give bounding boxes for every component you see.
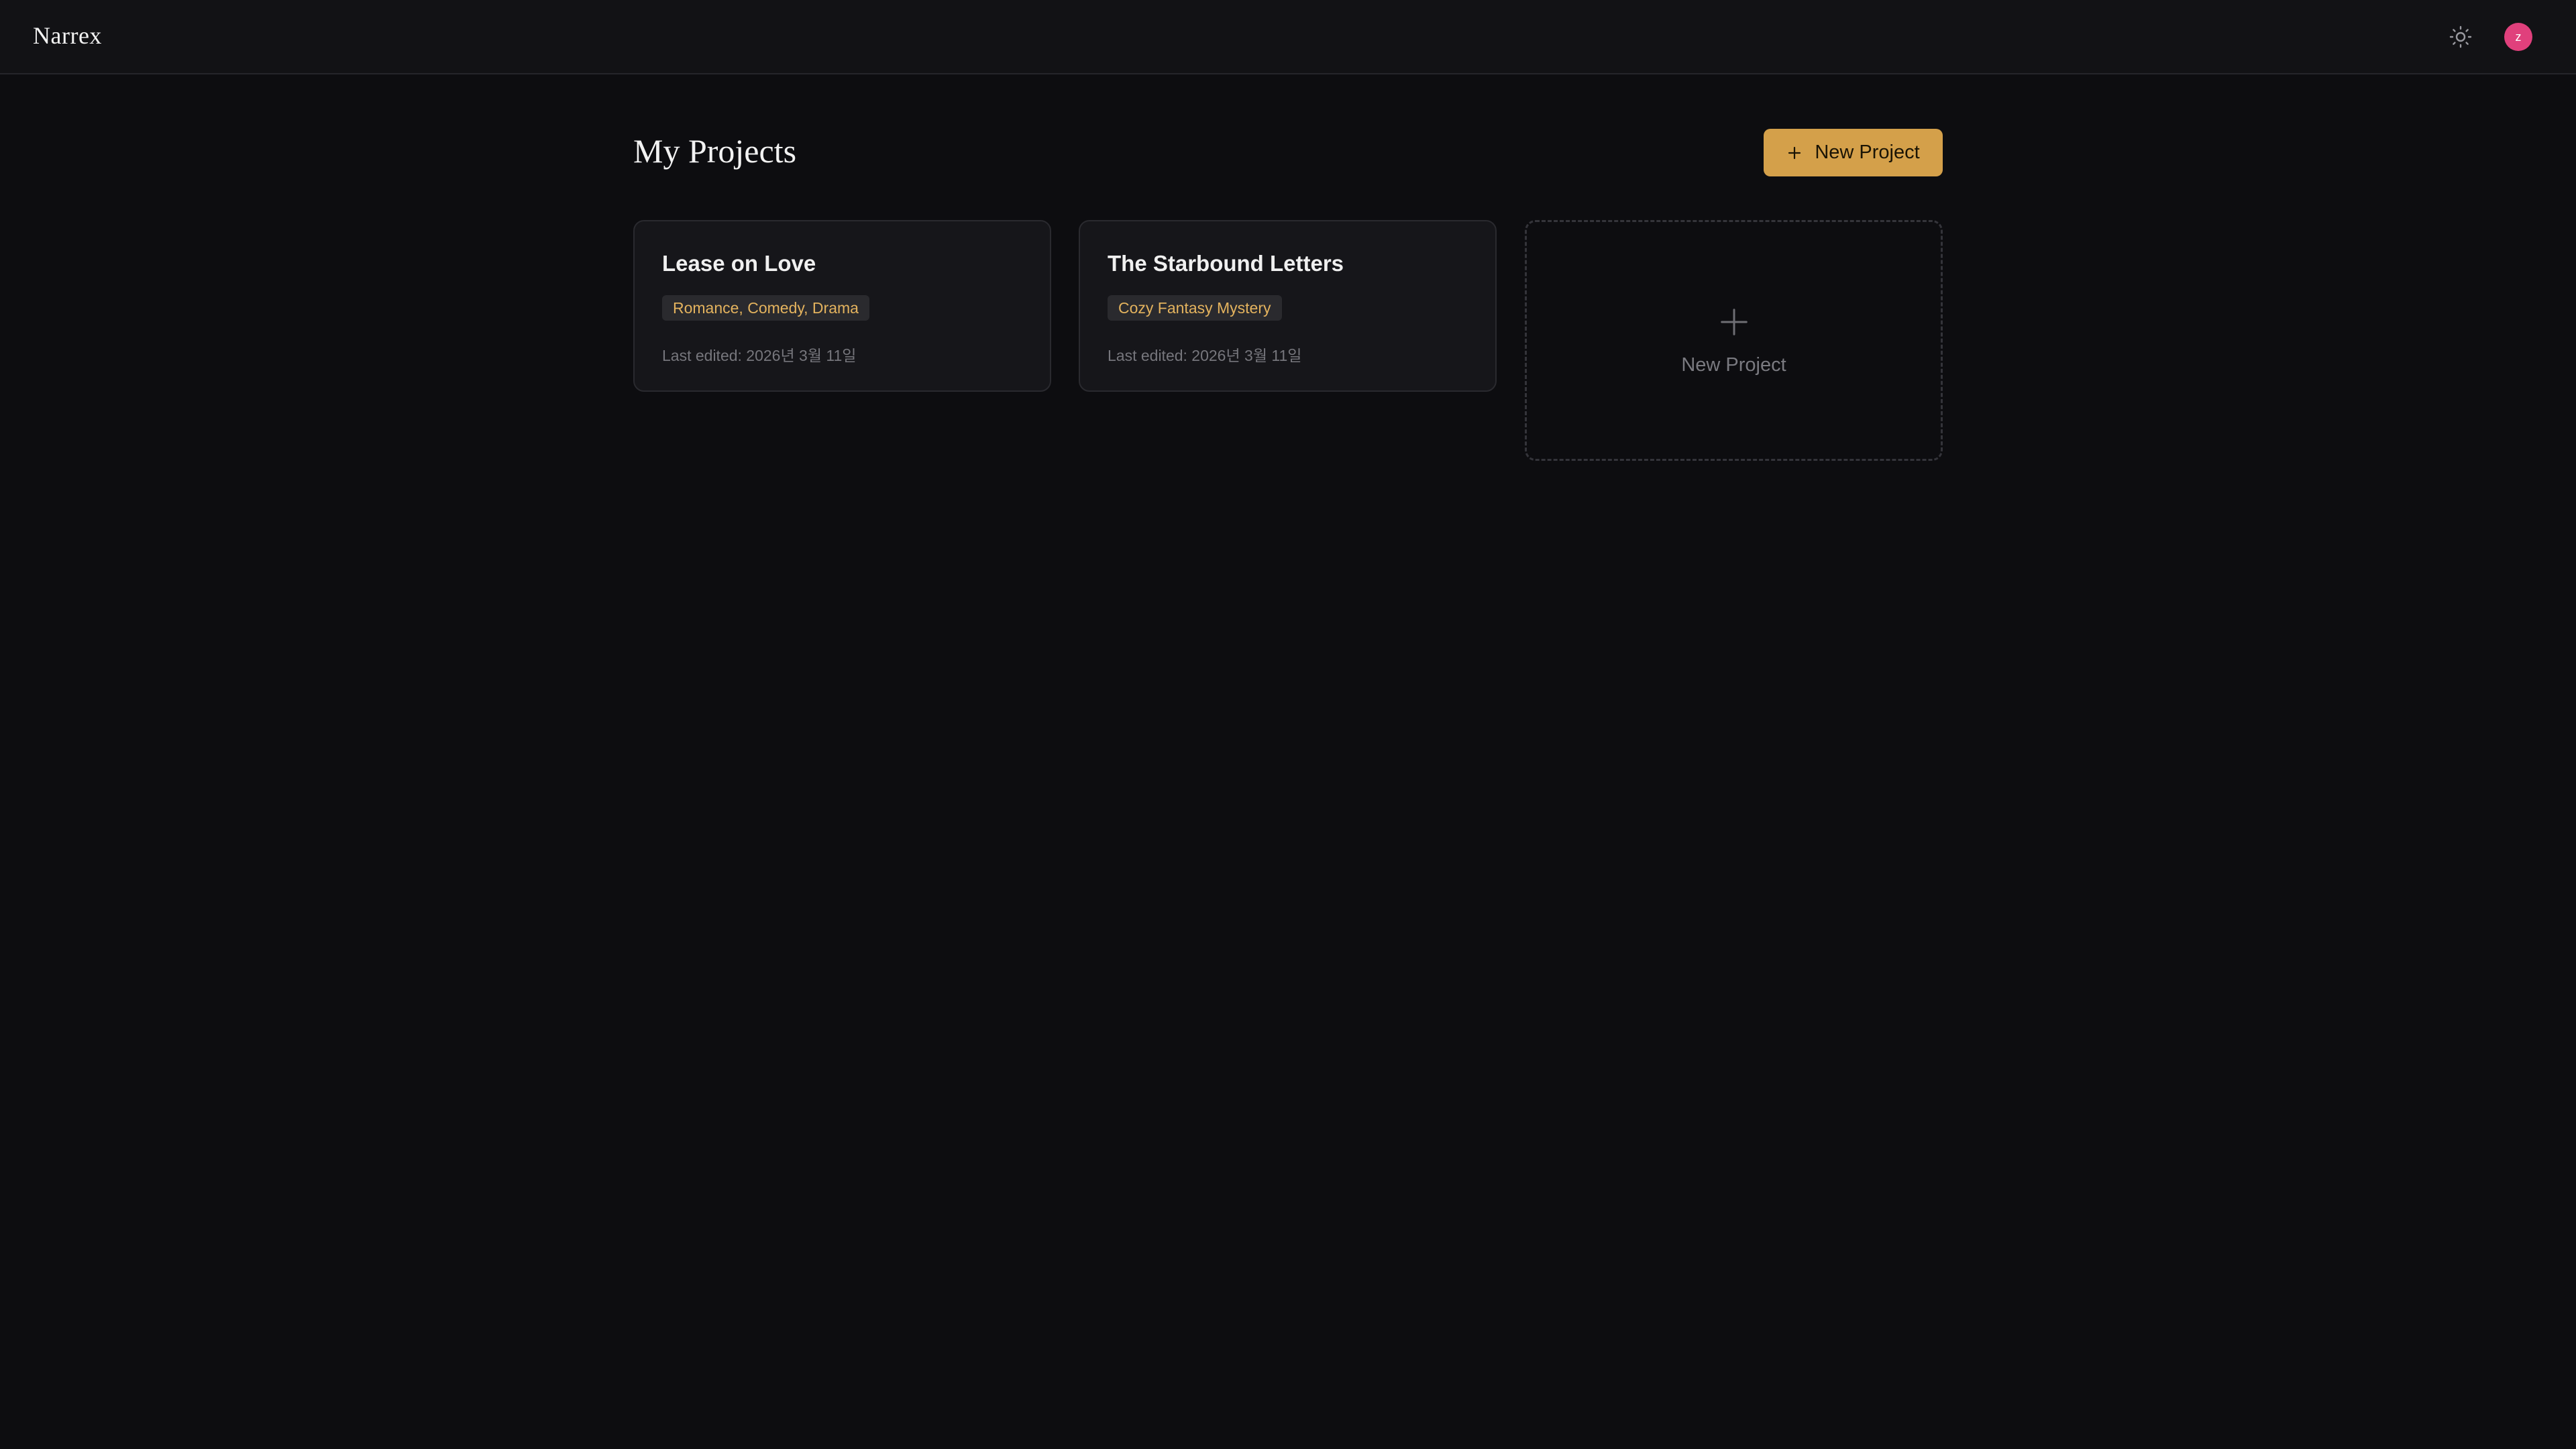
project-card[interactable]: The Starbound Letters Cozy Fantasy Myste… [1079,220,1497,392]
project-title: The Starbound Letters [1108,251,1344,276]
brand-logo[interactable]: Narrex [33,21,102,50]
project-card[interactable]: Lease on Love Romance, Comedy, Drama Las… [633,220,1051,392]
new-project-button[interactable]: New Project [1764,129,1943,176]
plus-icon [1788,146,1801,159]
plus-icon [1720,309,1748,335]
theme-toggle-button[interactable] [2446,22,2475,52]
new-project-card-label: New Project [1681,354,1786,376]
new-project-card[interactable]: New Project [1525,220,1943,461]
new-project-button-label: New Project [1815,142,1920,163]
page-title: My Projects [633,132,797,170]
genre-tag: Cozy Fantasy Mystery [1108,295,1282,321]
top-bar: Narrex z [0,0,2576,74]
project-title: Lease on Love [662,251,816,276]
user-avatar[interactable]: z [2504,23,2532,51]
last-edited-date: Last edited: 2026년 3월 11일 [662,347,857,364]
genre-tag: Romance, Comedy, Drama [662,295,869,321]
sun-icon [2449,25,2472,48]
last-edited-date: Last edited: 2026년 3월 11일 [1108,347,1302,364]
